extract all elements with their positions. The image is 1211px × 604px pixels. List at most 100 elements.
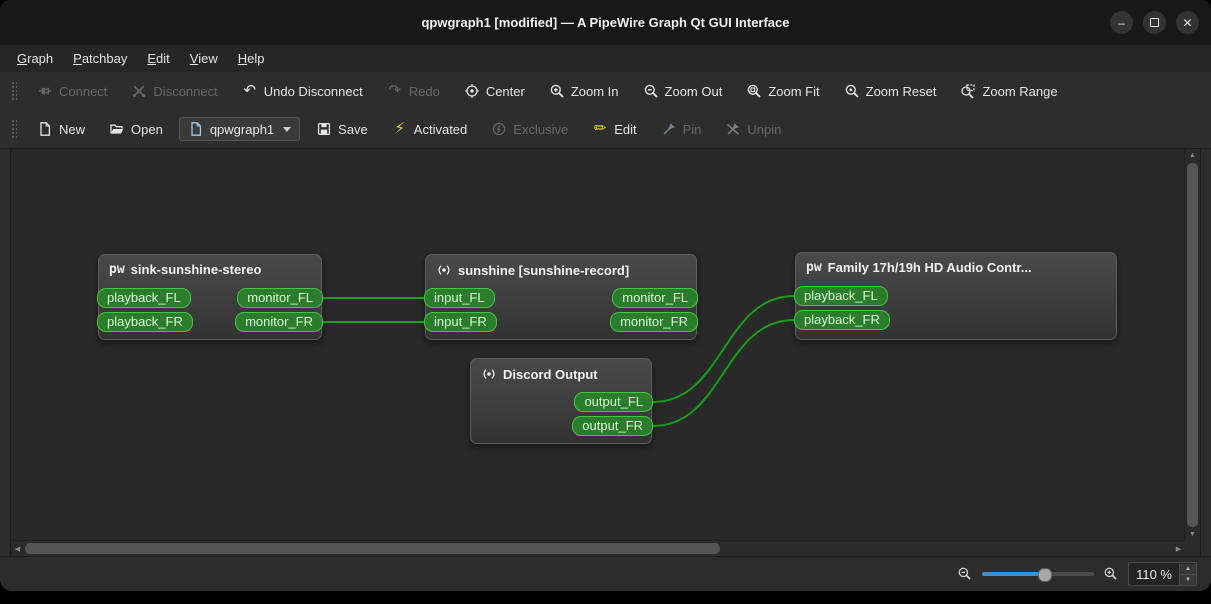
- node-header: pw Family 17h/19h HD Audio Contr...: [796, 253, 1116, 275]
- port-output[interactable]: monitor_FR: [235, 312, 323, 332]
- maximize-icon: [1150, 18, 1159, 27]
- pushpin-icon: [661, 121, 677, 137]
- activated-toggle[interactable]: ⚡ Activated: [384, 116, 475, 142]
- exclusive-toggle[interactable]: Exclusive: [483, 116, 576, 142]
- node-title: sink-sunshine-stereo: [130, 262, 262, 277]
- menu-view[interactable]: View: [181, 48, 227, 70]
- undo-button[interactable]: ↶ Undo Disconnect: [234, 78, 371, 104]
- maximize-button[interactable]: [1143, 11, 1166, 34]
- port-output[interactable]: monitor_FL: [237, 288, 323, 308]
- app-window: qpwgraph1 [modified] — A PipeWire Graph …: [0, 0, 1211, 591]
- unpin-button[interactable]: Unpin: [717, 116, 789, 142]
- zoom-reset-button[interactable]: Zoom Reset: [836, 78, 945, 104]
- zoom-slider-handle[interactable]: [1037, 568, 1052, 582]
- spin-up-button[interactable]: ▲: [1180, 563, 1196, 574]
- port-output[interactable]: output_FL: [574, 392, 653, 412]
- graph-viewport[interactable]: pw sink-sunshine-stereo playback_FL play…: [11, 149, 1185, 541]
- zoom-range-button[interactable]: Zoom Range: [952, 78, 1065, 104]
- redo-button[interactable]: ↷ Redo: [379, 78, 448, 104]
- zoom-range-icon: [960, 83, 976, 99]
- port-input[interactable]: playback_FR: [97, 312, 193, 332]
- zoom-slider-fill: [982, 572, 1044, 576]
- port-input[interactable]: playback_FL: [794, 286, 888, 306]
- port-output[interactable]: output_FR: [572, 416, 653, 436]
- toolbar-handle[interactable]: [10, 118, 17, 140]
- lightning-icon: ⚡: [394, 120, 406, 137]
- disconnect-button[interactable]: Disconnect: [123, 78, 225, 104]
- menu-help[interactable]: Help: [229, 48, 274, 70]
- menu-edit[interactable]: Edit: [138, 48, 178, 70]
- port-output[interactable]: monitor_FL: [612, 288, 698, 308]
- port-input[interactable]: input_FR: [424, 312, 497, 332]
- scroll-left-arrow[interactable]: ◀: [11, 541, 24, 556]
- scrollbar-corner: [1185, 541, 1200, 556]
- spin-down-button[interactable]: ▼: [1180, 573, 1196, 585]
- zoom-out-button[interactable]: Zoom Out: [635, 78, 731, 104]
- plug-connect-icon: [37, 83, 53, 99]
- open-button[interactable]: Open: [101, 116, 171, 142]
- zoom-slider[interactable]: [982, 566, 1095, 582]
- port-output[interactable]: monitor_FR: [610, 312, 698, 332]
- menu-patchbay[interactable]: Patchbay: [64, 48, 136, 70]
- window-controls: – ✕: [1110, 0, 1199, 45]
- pushpin-crossed-icon: [725, 121, 741, 137]
- scroll-up-arrow[interactable]: ▲: [1185, 149, 1200, 162]
- node-header: pw sink-sunshine-stereo: [99, 255, 321, 277]
- zoom-out-small-icon[interactable]: [957, 566, 973, 582]
- pin-button[interactable]: Pin: [653, 116, 710, 142]
- session-select[interactable]: qpwgraph1: [178, 117, 301, 141]
- zoom-in-button[interactable]: Zoom In: [541, 78, 627, 104]
- open-folder-icon: [109, 121, 125, 137]
- center-button[interactable]: Center: [456, 78, 533, 104]
- zoom-out-icon: [643, 83, 659, 99]
- node-sink-sunshine-stereo[interactable]: pw sink-sunshine-stereo playback_FL play…: [97, 254, 323, 340]
- close-button[interactable]: ✕: [1176, 11, 1199, 34]
- zoom-fit-icon: [746, 83, 762, 99]
- node-title: Discord Output: [503, 366, 598, 382]
- connection-cables: [322, 295, 795, 427]
- node-header: Discord Output: [471, 359, 651, 382]
- session-file-icon: [188, 121, 204, 137]
- new-button[interactable]: New: [29, 116, 93, 142]
- exclusive-circle-lightning-icon: [491, 121, 507, 137]
- spin-buttons: ▲ ▼: [1179, 563, 1196, 585]
- port-input[interactable]: playback_FL: [97, 288, 191, 308]
- minimize-button[interactable]: –: [1110, 11, 1133, 34]
- vertical-scroll-thumb[interactable]: [1187, 163, 1198, 527]
- window-title: qpwgraph1 [modified] — A PipeWire Graph …: [421, 15, 790, 30]
- horizontal-scrollbar[interactable]: ◀ ▶: [11, 540, 1185, 556]
- horizontal-scroll-thumb[interactable]: [25, 543, 720, 554]
- new-document-icon: [37, 121, 53, 137]
- zoom-fit-button[interactable]: Zoom Fit: [738, 78, 827, 104]
- save-floppy-icon: [316, 121, 332, 137]
- edit-toggle[interactable]: ✏ Edit: [584, 116, 644, 142]
- center-target-icon: [464, 83, 480, 99]
- connect-button[interactable]: Connect: [29, 78, 115, 104]
- menu-graph[interactable]: Graph: [8, 48, 62, 70]
- node-title: Family 17h/19h HD Audio Contr...: [827, 260, 1032, 275]
- zoom-spinbox[interactable]: 110 % ▲ ▼: [1128, 562, 1197, 586]
- save-button[interactable]: Save: [308, 116, 376, 142]
- redo-arrow-icon: ↷: [388, 82, 402, 99]
- toolbar-file: New Open qpwgraph1 Save ⚡ Activated Excl…: [0, 110, 1211, 149]
- titlebar[interactable]: qpwgraph1 [modified] — A PipeWire Graph …: [0, 0, 1211, 46]
- scroll-right-arrow[interactable]: ▶: [1172, 541, 1185, 556]
- zoom-in-small-icon[interactable]: [1103, 566, 1119, 582]
- scissors-disconnect-icon: [131, 83, 147, 99]
- pencil-edit-icon: ✏: [593, 120, 607, 137]
- zoom-reset-icon: [844, 83, 860, 99]
- statusbar: 110 % ▲ ▼: [0, 556, 1211, 591]
- node-family-hd-audio[interactable]: pw Family 17h/19h HD Audio Contr... play…: [794, 252, 1117, 340]
- node-sunshine[interactable]: sunshine [sunshine-record] input_FL inpu…: [424, 254, 698, 340]
- port-input[interactable]: playback_FR: [794, 310, 890, 330]
- undo-arrow-icon: ↶: [243, 82, 257, 99]
- chevron-down-icon: [283, 126, 292, 132]
- session-select-value: qpwgraph1: [209, 121, 275, 137]
- node-discord-output[interactable]: Discord Output output_FL output_FR: [470, 358, 653, 444]
- vertical-scrollbar[interactable]: ▲ ▼: [1184, 149, 1200, 541]
- toolbar-handle[interactable]: [10, 80, 17, 102]
- scroll-down-arrow[interactable]: ▼: [1185, 528, 1200, 541]
- port-input[interactable]: input_FL: [424, 288, 495, 308]
- graph-canvas[interactable]: pw sink-sunshine-stereo playback_FL play…: [10, 148, 1201, 557]
- node-title: sunshine [sunshine-record]: [458, 262, 630, 278]
